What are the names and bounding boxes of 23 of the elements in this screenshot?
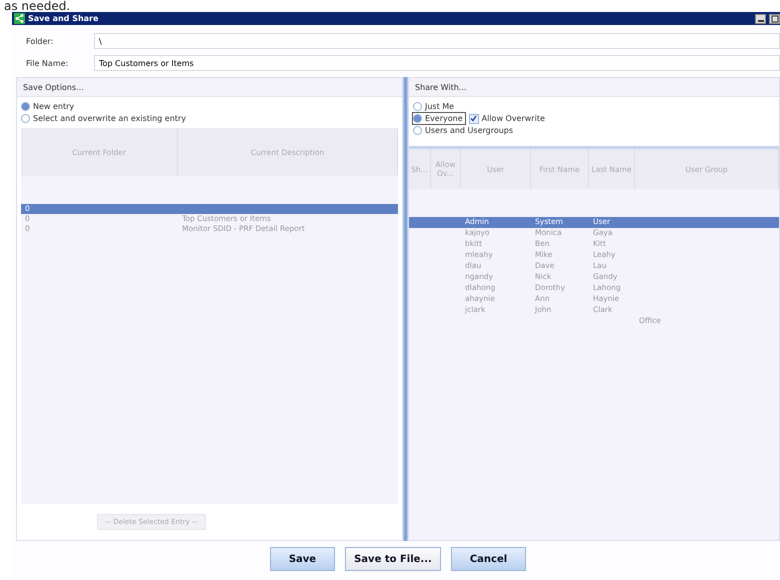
radio-option[interactable]: Just Me bbox=[413, 101, 456, 112]
field-label: Folder: bbox=[25, 36, 54, 46]
minimize-button[interactable] bbox=[755, 14, 766, 24]
radio-option[interactable]: Users and Usergroups bbox=[413, 125, 516, 136]
dialog-button[interactable]: Cancel bbox=[450, 547, 526, 571]
window-title: Save and Share bbox=[28, 14, 98, 23]
splitter-handle[interactable] bbox=[403, 77, 408, 541]
checkmark-icon bbox=[470, 115, 478, 122]
radio-option[interactable]: Select and overwrite an existing entry bbox=[21, 113, 188, 124]
maximize-icon bbox=[770, 14, 778, 22]
maximize-button[interactable] bbox=[769, 14, 780, 24]
text-field[interactable]: \ bbox=[94, 33, 780, 49]
dialog-button[interactable]: Save bbox=[270, 547, 336, 571]
radio-option[interactable]: Everyone bbox=[413, 113, 465, 124]
minimize-icon bbox=[758, 20, 764, 22]
field-label: File Name: bbox=[25, 58, 70, 68]
radio-option[interactable]: New entry bbox=[21, 101, 76, 112]
text-field[interactable]: Top Customers or Items bbox=[94, 55, 780, 71]
dialog-button[interactable]: Save to File... bbox=[345, 547, 441, 571]
panel-header: Save Options... bbox=[17, 78, 402, 97]
caption-text: as needed. bbox=[3, 0, 70, 12]
panel-header: Share With... bbox=[409, 78, 779, 97]
allow-overwrite-checkbox[interactable]: Allow Overwrite bbox=[468, 113, 547, 124]
